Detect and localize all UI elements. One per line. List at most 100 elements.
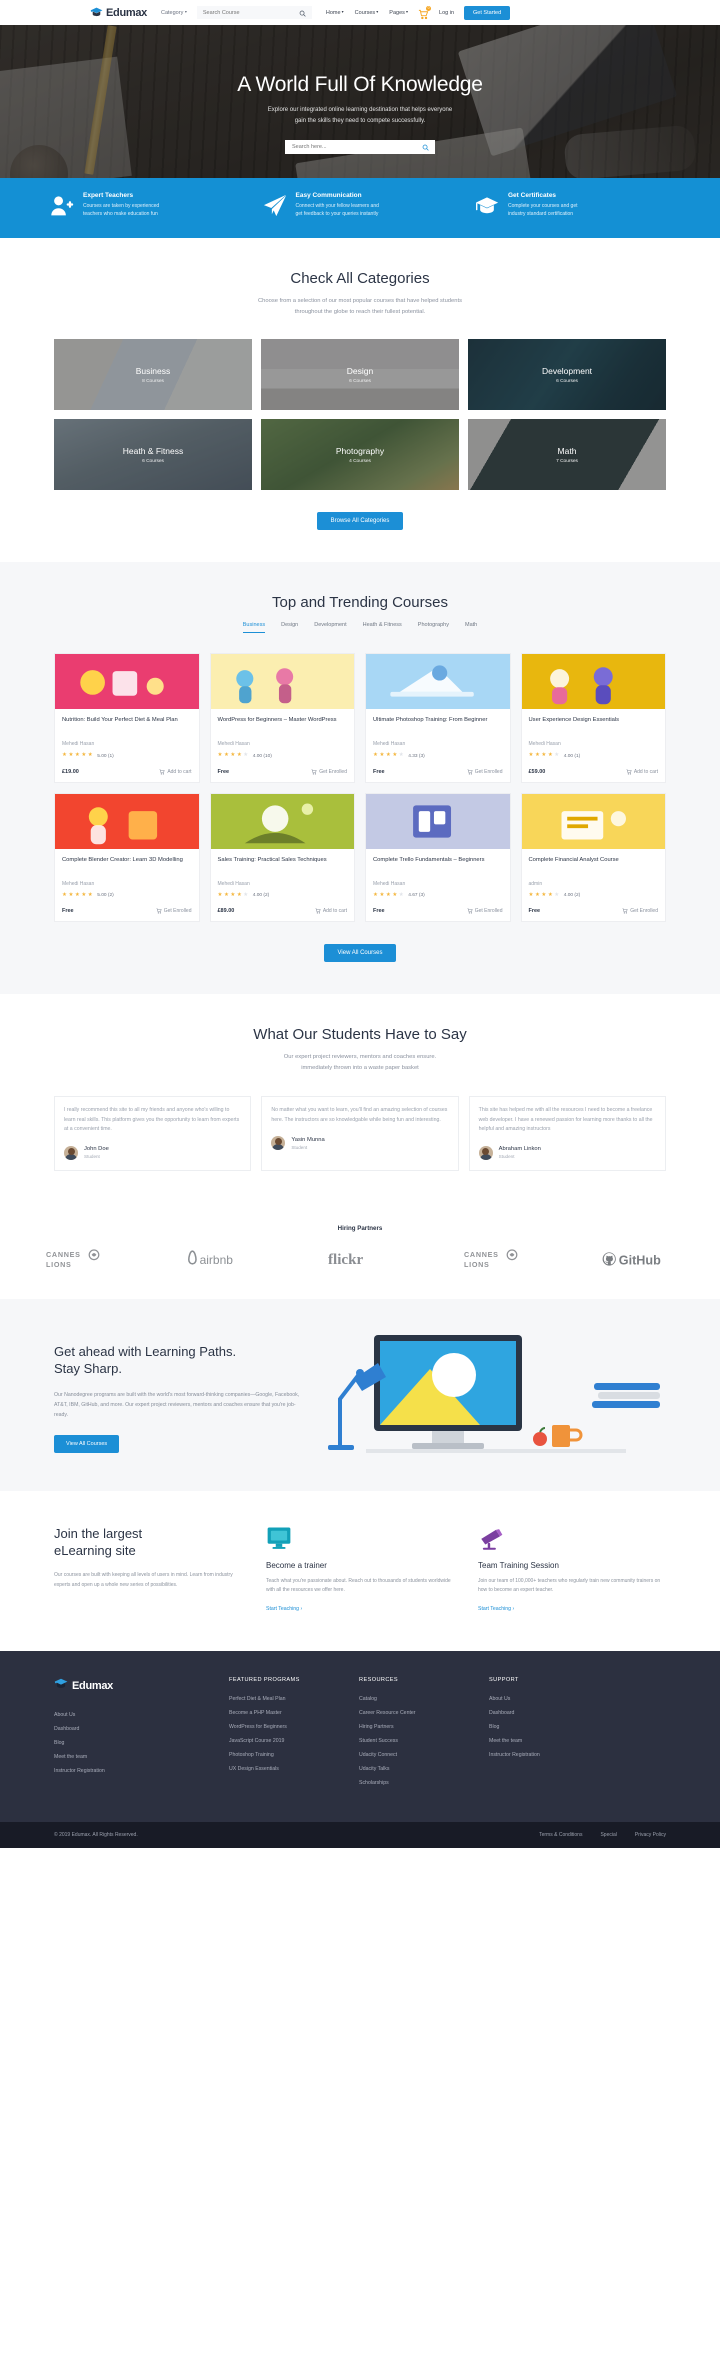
footer-link[interactable]: Scholarships	[359, 1780, 489, 1786]
footer-link[interactable]: Become a PHP Master	[229, 1710, 359, 1716]
login-link[interactable]: Log in	[439, 10, 454, 16]
course-title: User Experience Design Essentials	[528, 717, 620, 724]
course-action-button[interactable]: Add to cart	[159, 769, 192, 775]
cart-icon	[156, 908, 162, 914]
start-teaching-link[interactable]: Start Teaching ›	[478, 1606, 514, 1612]
categories-subtitle: Choose from a selection of our most popu…	[54, 296, 666, 317]
course-card[interactable]: WordPress for Beginners – Master WordPre…	[209, 653, 355, 783]
search-input[interactable]	[202, 9, 306, 16]
learning-paths-view-all-courses-button[interactable]: View All Courses	[54, 1435, 120, 1454]
search-icon[interactable]	[422, 138, 429, 156]
footer-link[interactable]: Meet the team	[489, 1738, 619, 1744]
cart-button[interactable]: 0	[418, 6, 432, 20]
tab-heath-fitness[interactable]: Heath & Fitness	[363, 622, 402, 633]
start-teaching-link[interactable]: Start Teaching ›	[266, 1606, 302, 1612]
footer-link[interactable]: Catalog	[359, 1696, 489, 1702]
categories-container: Check All Categories Choose from a selec…	[54, 270, 666, 531]
search-icon[interactable]	[299, 4, 306, 22]
course-action-button[interactable]: Add to cart	[315, 908, 347, 914]
tab-math[interactable]: Math	[465, 622, 477, 633]
hero-search-box[interactable]	[285, 140, 435, 154]
browse-all-categories-button[interactable]: Browse All Categories	[316, 512, 404, 531]
footer-link-blog[interactable]: Blog	[54, 1740, 229, 1746]
course-card[interactable]: Complete Blender Creator: Learn 3D Model…	[54, 792, 200, 923]
footer-link-dashboard[interactable]: Dashboard	[54, 1726, 229, 1732]
footer-link-about-us[interactable]: About Us	[54, 1712, 229, 1718]
footer-link-instructor-registration[interactable]: Instructor Registration	[54, 1768, 229, 1774]
tab-business[interactable]: Business	[242, 622, 266, 634]
footer-link[interactable]: Blog	[489, 1724, 619, 1730]
category-count: 4 Courses	[349, 458, 371, 464]
course-rating: ★ ★ ★ ★ ★ 4.33 (3)	[373, 753, 503, 759]
tab-photography[interactable]: Photography	[418, 622, 449, 633]
footer-link[interactable]: Student Success	[359, 1738, 489, 1744]
footer-link[interactable]: Photoshop Training	[229, 1752, 359, 1758]
category-count: 6 Courses	[349, 378, 371, 384]
category-card-heath-fitness[interactable]: Heath & Fitness 6 Courses	[54, 419, 252, 491]
course-card[interactable]: Sales Training: Practical Sales Techniqu…	[209, 792, 355, 923]
category-card-design[interactable]: Design 6 Courses	[261, 339, 459, 411]
category-card-business[interactable]: Business 8 Courses	[54, 339, 252, 411]
special-link[interactable]: Special	[600, 1832, 616, 1838]
footer-link[interactable]: Hiring Partners	[359, 1724, 489, 1730]
footer-link[interactable]: Career Resource Center	[359, 1710, 489, 1716]
tab-design[interactable]: Design	[281, 622, 298, 633]
footer-link[interactable]: Instructor Registration	[489, 1752, 619, 1758]
view-all-courses-button[interactable]: View All Courses	[323, 944, 397, 963]
star-icon: ★	[243, 752, 249, 759]
footer-link[interactable]: WordPress for Beginners	[229, 1724, 359, 1730]
course-card[interactable]: Complete Trello Fundamentals – Beginners…	[365, 792, 511, 923]
star-icon: ★	[528, 752, 534, 759]
footer-brand[interactable]: Edumax	[54, 1677, 229, 1696]
course-action-button[interactable]: Add to cart	[626, 769, 658, 775]
star-icon: ★	[373, 891, 378, 898]
course-card[interactable]: User Experience Design Essentials Mehedi …	[520, 653, 666, 783]
footer-link[interactable]: UX Design Essentials	[229, 1766, 359, 1772]
category-name: Heath & Fitness	[122, 445, 184, 456]
category-card-math[interactable]: Math 7 Courses	[468, 419, 666, 491]
footer-link[interactable]: Perfect Diet & Meal Plan	[229, 1696, 359, 1702]
tab-development[interactable]: Development	[314, 622, 346, 633]
star-icon: ★	[398, 891, 404, 898]
brand-name: Edumax	[106, 6, 147, 19]
nav-links: Home ▾ Courses ▾ Pages ▾	[326, 9, 408, 16]
star-icon: ★	[74, 752, 80, 759]
course-author: Mehedi Hasan	[217, 741, 250, 748]
get-started-button[interactable]: Get Started	[464, 5, 511, 20]
category-card-photography[interactable]: Photography 4 Courses	[261, 419, 459, 491]
nav-search-box[interactable]	[196, 4, 312, 22]
course-card[interactable]: Ultimate Photoshop Training: From Beginn…	[365, 653, 511, 783]
nav-item-home[interactable]: Home ▾	[326, 9, 344, 16]
category-dropdown[interactable]: Category ▾	[161, 9, 187, 16]
join-section: Join the largest eLearning site Our cour…	[0, 1490, 720, 1651]
course-action-button[interactable]: Get Enrolled	[622, 908, 658, 914]
course-title: Ultimate Photoshop Training: From Beginn…	[373, 717, 488, 724]
footer-link-meet-the-team[interactable]: Meet the team	[54, 1754, 229, 1760]
footer-link[interactable]: Dashboard	[489, 1710, 619, 1716]
learning-paths-title-line1: Get ahead with Learning Paths.	[54, 1343, 237, 1359]
category-card-development[interactable]: Development 6 Courses	[468, 339, 666, 411]
terms-and-conditions-link[interactable]: Terms & Conditions	[539, 1832, 582, 1838]
course-card[interactable]: Complete Financial Analyst Course admin ★ ★…	[520, 792, 666, 923]
privacy-policy-link[interactable]: Privacy Policy	[635, 1832, 666, 1838]
course-footer: £19.00 Add to cart	[55, 763, 199, 782]
course-action-button[interactable]: Get Enrolled	[467, 908, 503, 914]
star-icon: ★	[392, 891, 398, 898]
nav-item-pages[interactable]: Pages ▾	[389, 9, 408, 16]
svg-text:LIONS: LIONS	[46, 1260, 72, 1269]
nav-item-courses[interactable]: Courses ▾	[355, 9, 379, 16]
brand-logo-link[interactable]: Edumax	[90, 6, 147, 19]
hero-title: A World Full Of Knowledge	[237, 73, 483, 96]
footer-link[interactable]: Udacity Talks	[359, 1766, 489, 1772]
course-action-button[interactable]: Get Enrolled	[156, 908, 192, 914]
course-card[interactable]: Nutrition: Build Your Perfect Diet & Mea…	[54, 653, 200, 783]
hero-search-input[interactable]	[292, 144, 428, 150]
footer-link[interactable]: JavaScript Course 2019	[229, 1738, 359, 1744]
page-title: Check All Categories	[290, 270, 430, 287]
course-footer: £89.00 Add to cart	[211, 902, 355, 921]
course-action-button[interactable]: Get Enrolled	[467, 769, 503, 775]
course-title: Nutrition: Build Your Perfect Diet & Mea…	[62, 717, 178, 724]
course-action-button[interactable]: Get Enrolled	[311, 769, 347, 775]
footer-link[interactable]: Udacity Connect	[359, 1752, 489, 1758]
footer-link[interactable]: About Us	[489, 1696, 619, 1702]
